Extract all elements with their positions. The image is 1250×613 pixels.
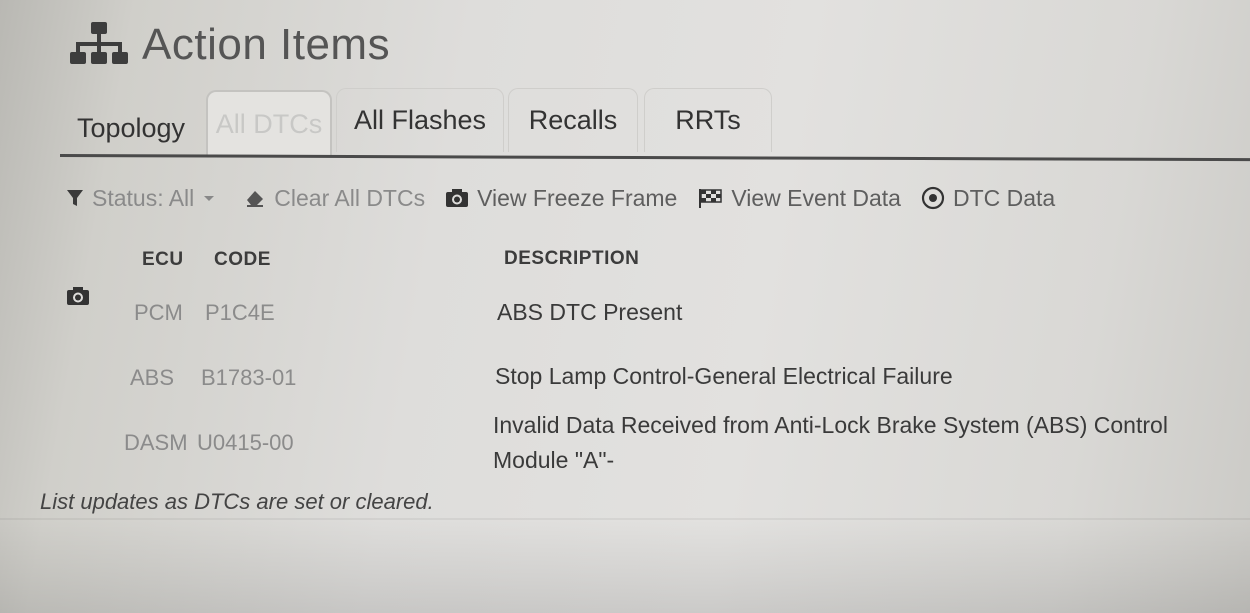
view-freeze-frame-label: View Freeze Frame (477, 184, 678, 211)
dtc-data-button[interactable]: DTC Data (921, 185, 1055, 212)
page-title: Action Items (142, 20, 391, 69)
tab-recalls[interactable]: Recalls (508, 88, 638, 152)
dtc-data-label: DTC Data (952, 184, 1056, 211)
list-update-note: List updates as DTCs are set or cleared. (40, 489, 434, 514)
tab-bar: Topology All DTCs All Flashes Recalls RR… (59, 86, 1250, 162)
tab-label: Recalls (528, 105, 618, 135)
tab-all-dtcs[interactable]: All DTCs (206, 90, 332, 156)
tab-divider (59, 154, 1250, 162)
filter-icon (67, 190, 83, 206)
freeze-frame-camera-icon[interactable] (66, 286, 90, 306)
column-header-code: CODE (214, 249, 271, 270)
view-event-data-label: View Event Data (731, 184, 901, 211)
network-topology-icon (70, 22, 128, 64)
status-filter-label: Status: All (92, 184, 195, 211)
tab-all-flashes[interactable]: All Flashes (336, 88, 504, 152)
row-1-code: P1C4E (205, 300, 275, 325)
camera-icon (446, 189, 469, 207)
tab-label: RRTs (675, 105, 741, 135)
checkered-flag-icon (699, 189, 723, 208)
radio-dot-icon (921, 186, 945, 210)
caret-down-icon (204, 196, 215, 201)
row-1-description: ABS DTC Present (497, 299, 683, 325)
row-3-description-line-2: Module "A"- (493, 447, 615, 473)
row-1-ecu: PCM (134, 300, 183, 325)
view-event-data-button[interactable]: View Event Data (697, 185, 901, 212)
clear-all-dtcs-button[interactable]: Clear All DTCs (244, 185, 425, 212)
dtc-toolbar: Status: All Clear All DTCs View Freeze F… (66, 178, 1075, 218)
tab-label: All Flashes (353, 105, 487, 135)
row-2-description: Stop Lamp Control-General Electrical Fai… (495, 363, 953, 389)
page-header: Action Items (68, 18, 390, 72)
row-3-description-line-1: Invalid Data Received from Anti-Lock Bra… (493, 412, 1168, 438)
status-filter-dropdown[interactable]: Status: All (66, 185, 224, 212)
column-header-description: DESCRIPTION (504, 248, 640, 269)
view-freeze-frame-button[interactable]: View Freeze Frame (445, 185, 677, 212)
tab-label: Topology (76, 113, 186, 143)
row-3-ecu: DASM (124, 430, 188, 455)
row-2-code: B1783-01 (201, 365, 297, 390)
eraser-icon (247, 191, 264, 207)
paper-shadow (0, 520, 1250, 613)
row-3-code: U0415-00 (197, 430, 294, 455)
clear-all-label: Clear All DTCs (274, 184, 426, 211)
column-header-ecu: ECU (142, 249, 184, 270)
tab-label: All DTCs (215, 108, 323, 139)
tab-rrts[interactable]: RRTs (644, 88, 772, 152)
tab-topology[interactable]: Topology (60, 96, 202, 160)
row-2-ecu: ABS (130, 365, 175, 390)
